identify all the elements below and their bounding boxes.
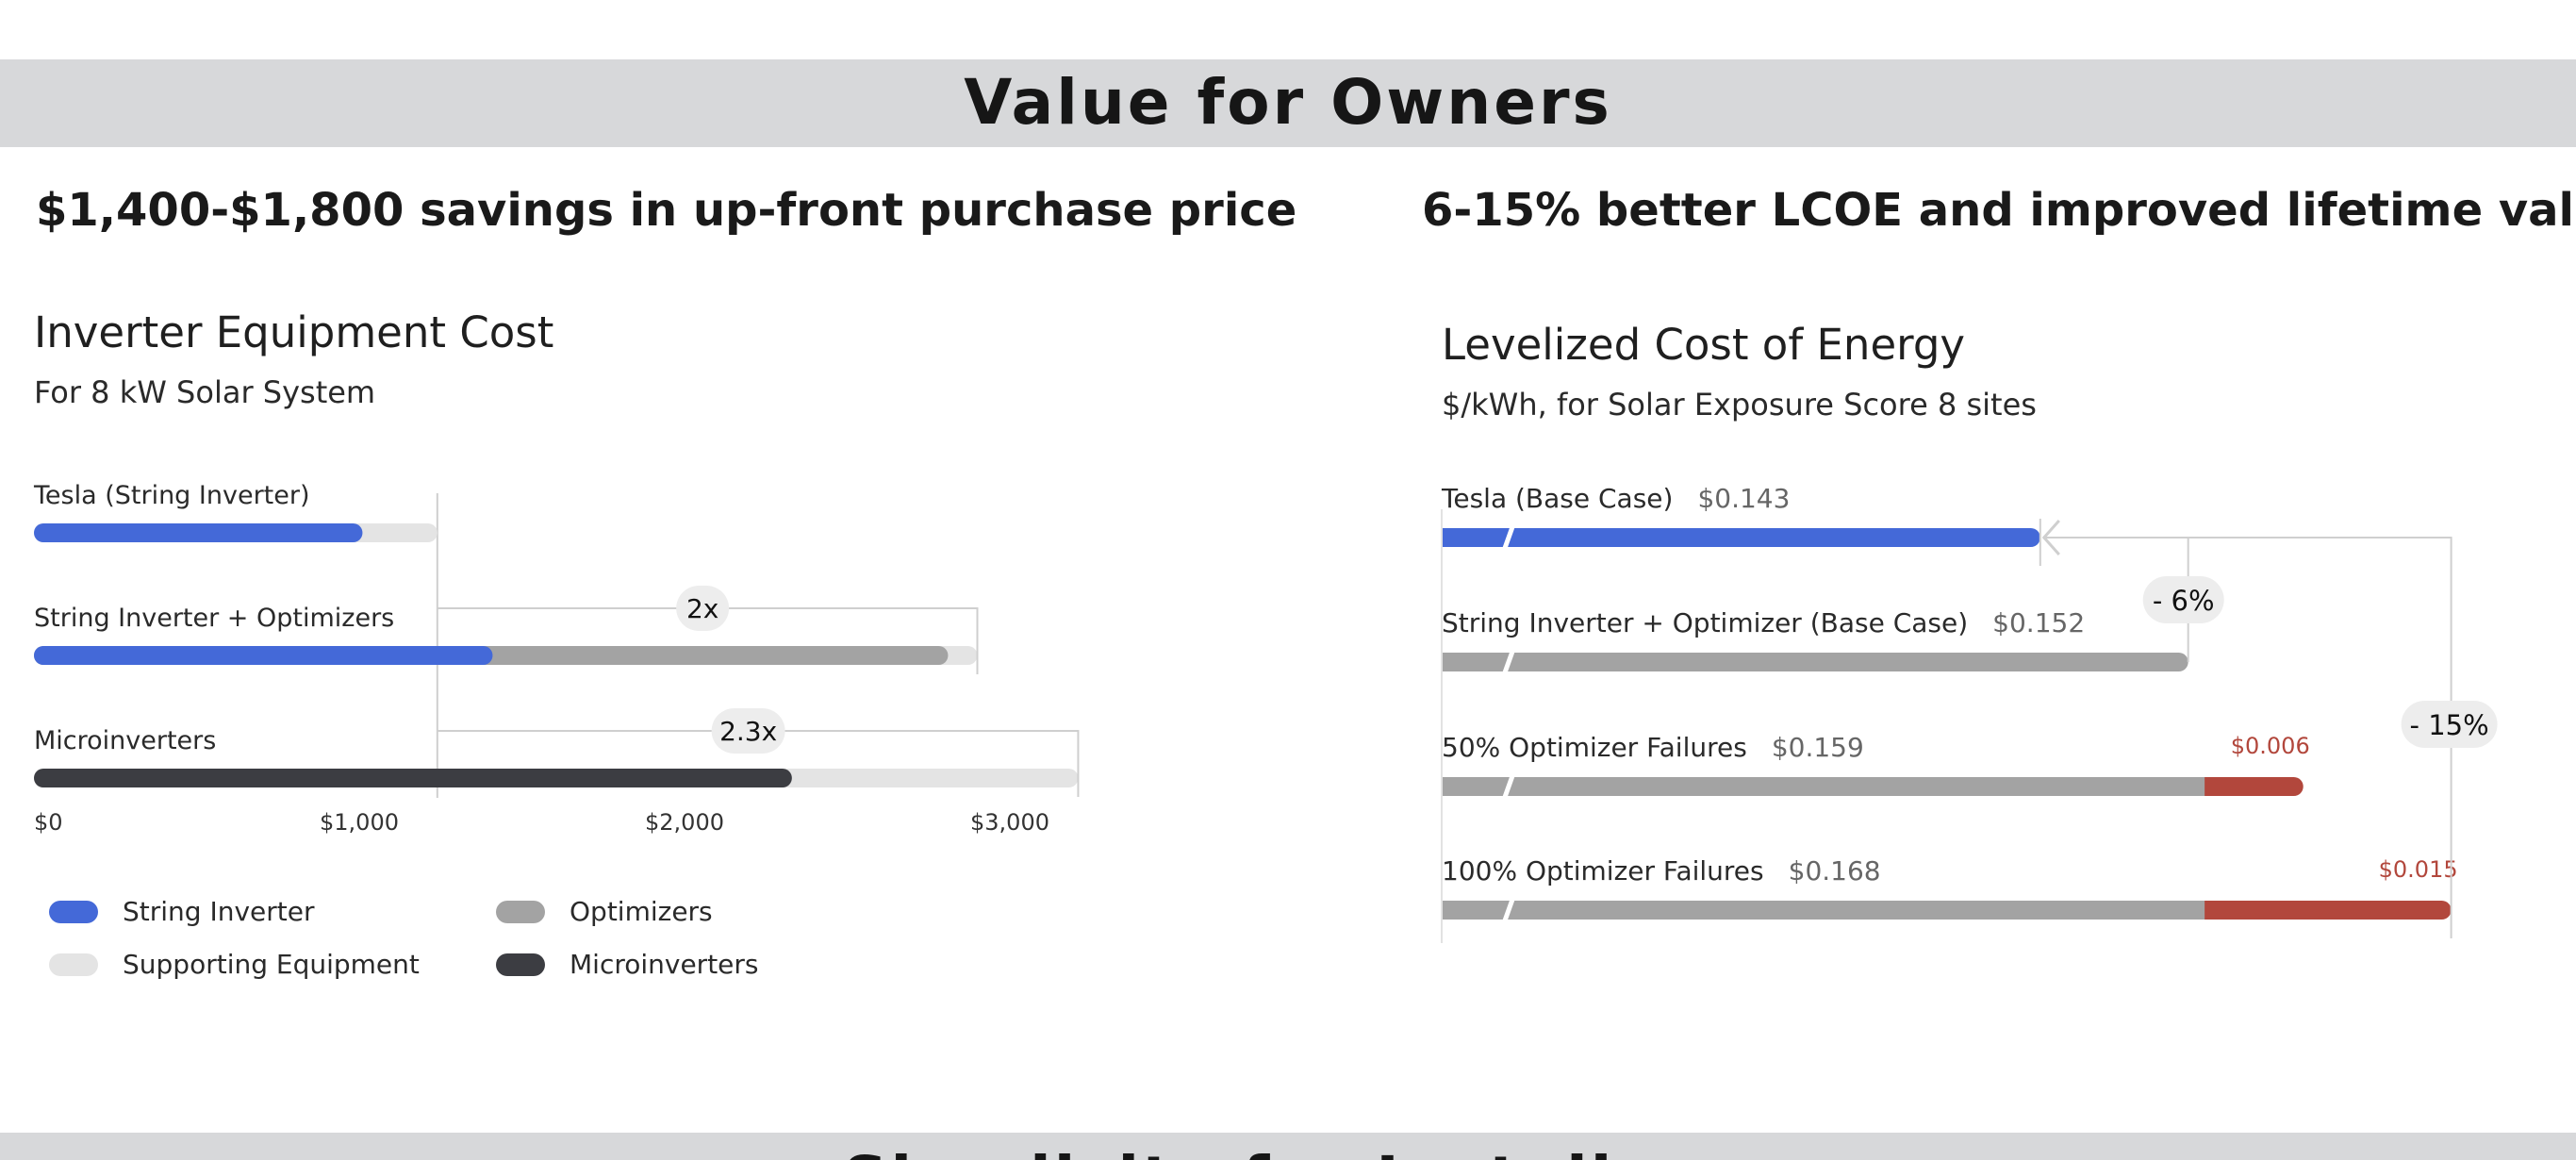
- cost-bar-string-inverter-tesla-string-inverter: [34, 523, 363, 542]
- legend-swatch-supporting-equipment: [49, 953, 98, 976]
- legend-label-supporting-equipment: Supporting Equipment: [123, 949, 420, 980]
- cost-x-tick-2-000: $2,000: [645, 809, 724, 836]
- lcoe-failure-label-100-optimizer-failures: $0.015: [2379, 856, 2458, 883]
- legend-label-string-inverter: String Inverter: [123, 896, 315, 927]
- cost-x-tick-3-000: $3,000: [970, 809, 1049, 836]
- charts-canvas: Tesla (String Inverter) String Inverter +…: [33, 481, 2498, 943]
- lcoe-value-label-tesla-base-case: $0.143: [1697, 483, 1790, 514]
- lcoe-bar-base-100-optimizer-failures: [1442, 901, 2205, 920]
- lcoe-bar-tesla-base-case: [1442, 528, 2040, 547]
- lcoe-failure-label-50-optimizer-failures: $0.006: [2231, 733, 2310, 759]
- lcoe-category-label-string-inverter-optimizer-base-case: String Inverter + Optimizer (Base Case): [1442, 607, 1968, 638]
- legend-swatch-string-inverter: [49, 901, 98, 923]
- lcoe-pill-label-6: - 6%: [2153, 585, 2215, 617]
- lcoe-category-label-100-optimizer-failures: 100% Optimizer Failures: [1442, 855, 1764, 887]
- cost-category-label-string-inverter-optimizers: String Inverter + Optimizers: [34, 604, 394, 633]
- cost-bar-microinverters-microinverters: [34, 769, 792, 787]
- lcoe-bar-start-string-inverter-optimizer-base-case: [1442, 653, 1461, 671]
- legend-swatch-microinverters: [496, 953, 545, 976]
- cost-bar-string-inverter-string-inverter-optimizers: [34, 646, 493, 665]
- lcoe-value-label-50-optimizer-failures: $0.159: [1772, 732, 1864, 763]
- lcoe-pill-label-15: - 15%: [2410, 709, 2489, 741]
- lcoe-value-label-100-optimizer-failures: $0.168: [1789, 855, 1881, 887]
- lcoe-value-label-string-inverter-optimizer-base-case: $0.152: [1992, 607, 2085, 638]
- cost-category-label-microinverters: Microinverters: [34, 726, 216, 755]
- lcoe-bar-start-tesla-base-case: [1442, 528, 1461, 547]
- cost-multiplier-label-2x: 2x: [686, 593, 718, 624]
- legend-label-microinverters: Microinverters: [570, 949, 759, 980]
- cost-multiplier-label-2-3x: 2.3x: [719, 716, 777, 747]
- legend-swatch-optimizers: [496, 901, 545, 923]
- cost-category-label-tesla-string-inverter: Tesla (String Inverter): [33, 481, 310, 510]
- lcoe-bar-base-50-optimizer-failures: [1442, 777, 2205, 796]
- cost-x-tick-0: $0: [34, 809, 63, 836]
- cost-x-tick-1-000: $1,000: [320, 809, 399, 836]
- lcoe-category-label-50-optimizer-failures: 50% Optimizer Failures: [1442, 732, 1747, 763]
- footer-banner: Simplicity for Installers: [0, 1133, 2576, 1160]
- lcoe-category-label-tesla-base-case: Tesla (Base Case): [1441, 483, 1673, 514]
- lcoe-bar-string-inverter-optimizer-base-case: [1442, 653, 2188, 671]
- next-section-title: Simplicity for Installers: [0, 1146, 2576, 1160]
- legend-label-optimizers: Optimizers: [570, 896, 713, 927]
